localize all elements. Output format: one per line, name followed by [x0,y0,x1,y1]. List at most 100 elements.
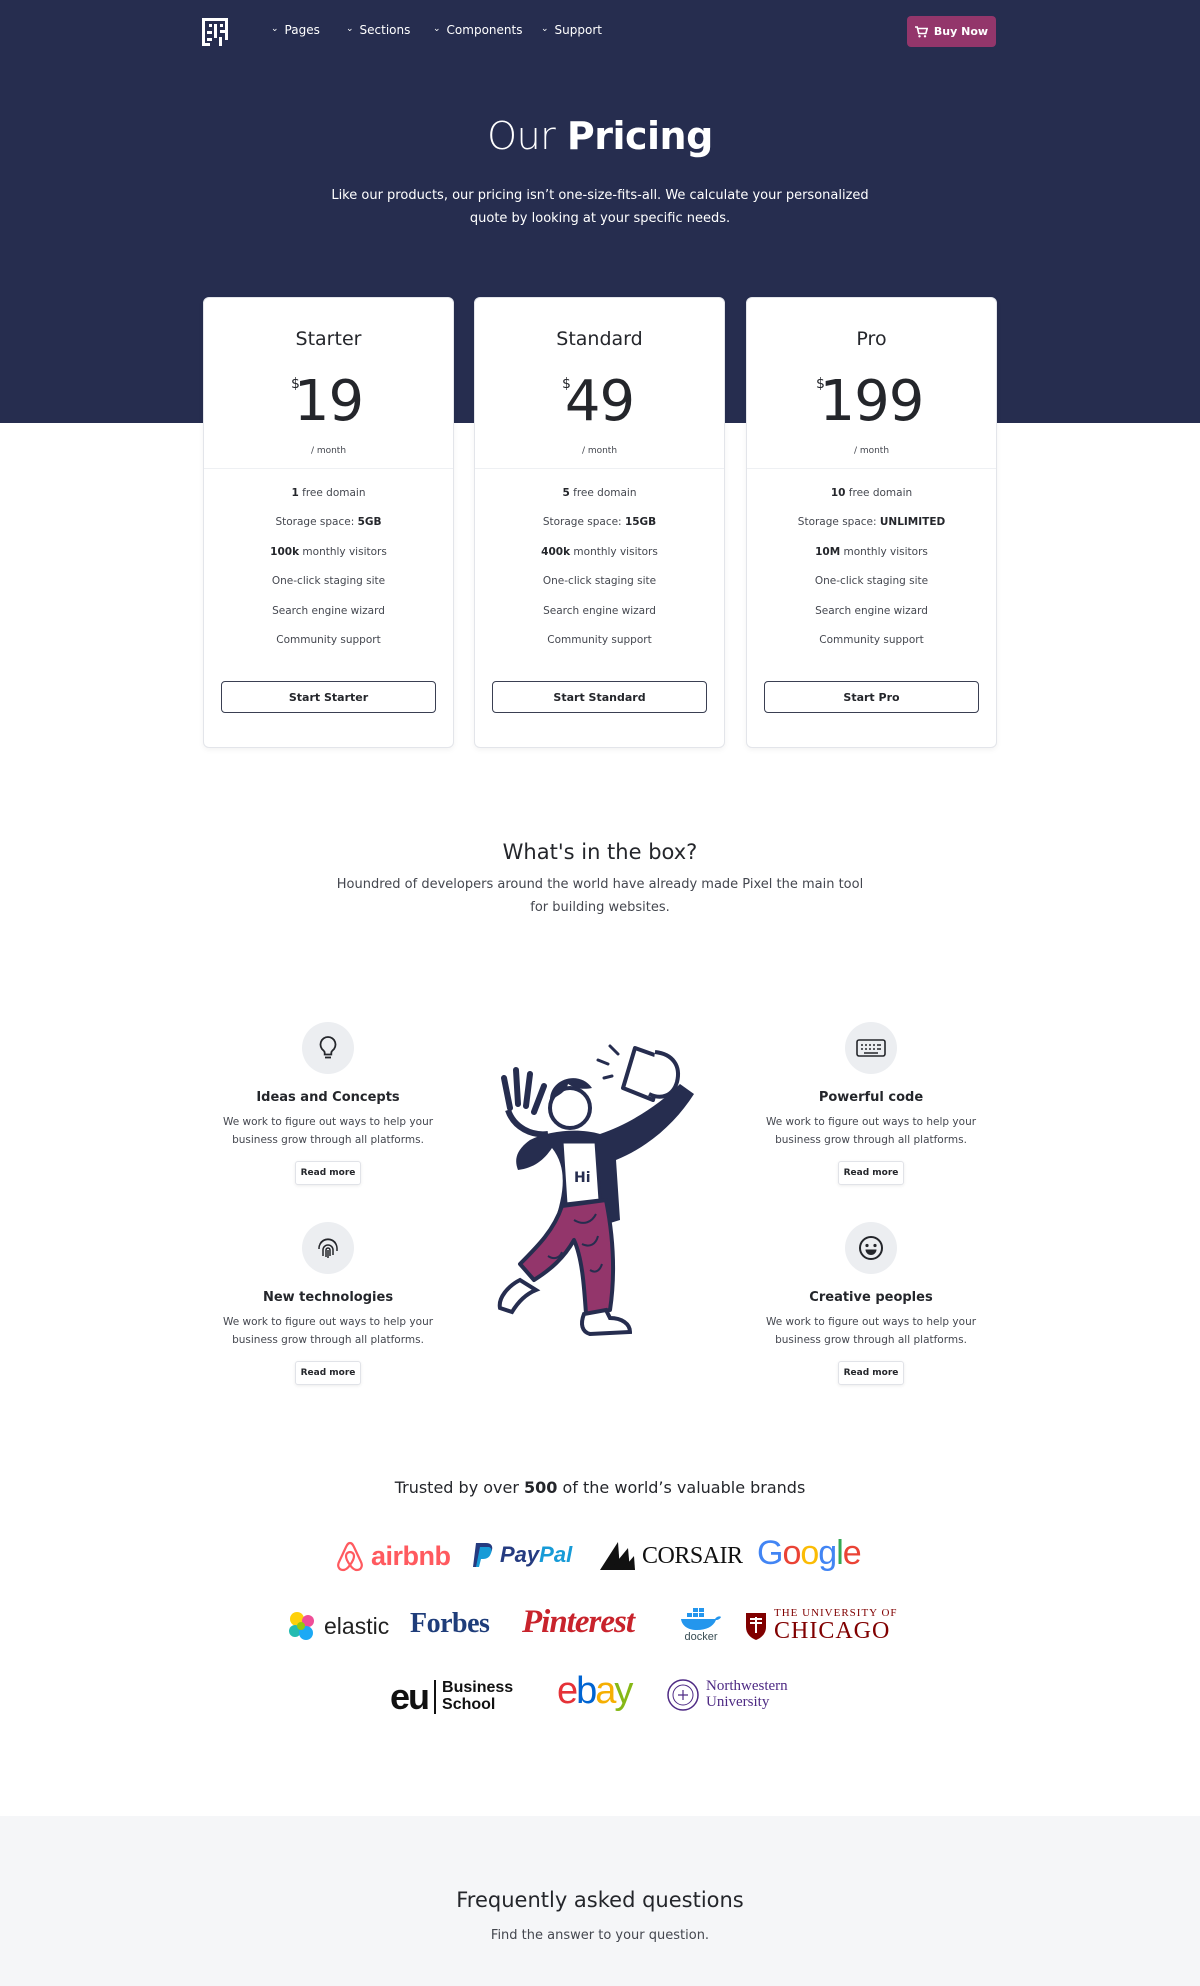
uchicago-shield-icon [746,1612,766,1640]
divider [747,468,996,469]
brand-forbes: Forbes [410,1608,490,1640]
google-letter: o [782,1534,801,1572]
page-title: Our Pricing [0,114,1200,158]
chevron-down-icon: ⌄ [433,24,441,34]
brand-paypal: PayPal [472,1542,572,1568]
nav-sections[interactable]: ⌄ Sections [346,23,410,37]
feature-item: One-click staging site [542,575,657,588]
page-title-bold: Pricing [566,114,713,158]
start-pro-button[interactable]: Start Pro [764,681,979,713]
nav-pages[interactable]: ⌄ Pages [271,23,320,37]
eu-line2: School [442,1696,496,1713]
feature-text: We work to figure out ways to help your … [765,1116,977,1146]
chevron-down-icon: ⌄ [346,24,354,34]
brand-pinterest: Pinterest [522,1604,635,1641]
buy-now-label: Buy Now [933,25,989,38]
price-period: / month [310,446,347,456]
start-starter-button[interactable]: Start Starter [221,681,436,713]
corsair-wordmark: CORSAIR [642,1542,743,1569]
ebay-letter: e [557,1670,578,1712]
brand-uchicago: THE UNIVERSITY OF CHICAGO [744,1608,898,1643]
ebay-letter: y [614,1670,633,1712]
read-more-button[interactable]: Read more [838,1161,904,1185]
eu-line1: Business [442,1679,514,1697]
read-more-button[interactable]: Read more [838,1361,904,1385]
feature-item: Storage space: 15GB [542,516,657,529]
price-currency: $ [816,376,825,392]
feature-item: 1 free domain [291,487,366,499]
brand-google: Google [757,1534,862,1573]
plan-price: $ 49 [475,372,724,432]
feature-title: New technologies [262,1290,394,1305]
nav-label: Support [554,23,602,37]
trusted-text: Trusted by over [394,1478,525,1497]
feature-item: 10M monthly visitors [815,545,928,558]
feature-item: 400k monthly visitors [541,545,658,558]
brand-northwestern: Northwestern University [666,1678,788,1712]
feature-list: 1 free domain Storage space: 5GB 100k mo… [204,487,453,663]
uchicago-line2: CHICAGO [774,1618,891,1644]
docker-wordmark: docker [684,1631,718,1643]
read-more-button[interactable]: Read more [295,1361,361,1385]
feature-item: Community support [819,633,924,646]
northwestern-seal-icon [667,1679,699,1711]
google-letter: G [757,1534,783,1572]
nav-components[interactable]: ⌄ Components [433,23,522,37]
pricing-card-standard: Standard $ 49 / month 5 free domain Stor… [474,297,725,748]
feature-title: Creative peoples [809,1290,933,1305]
northwestern-line1: Northwestern [706,1678,788,1695]
logo-icon[interactable] [202,18,228,46]
feature-item: Search engine wizard [815,604,928,617]
faq-subtitle: Find the answer to your question. [490,1928,710,1943]
ebay-letter: b [576,1670,597,1712]
google-letter: e [842,1534,862,1572]
brand-airbnb: airbnb [335,1540,451,1572]
paypal-wordmark-pay: Pay [500,1542,540,1567]
feature-title: Powerful code [818,1090,924,1105]
pinterest-wordmark: Pinterest [522,1604,635,1640]
pricing-card-pro: Pro $ 199 / month 10 free domain Storage… [746,297,997,748]
feature-item: 10 free domain [830,487,913,499]
nav-label: Components [446,23,523,37]
feature-ideas: Ideas and Concepts We work to figure out… [202,1022,454,1185]
feature-list: 10 free domain Storage space: UNLIMITED … [747,487,996,663]
nav-support[interactable]: ⌄ Support [541,23,602,37]
airbnb-wordmark: airbnb [371,1540,451,1571]
price-amount: 19 [293,369,364,434]
price-amount: 199 [819,369,925,434]
read-more-button[interactable]: Read more [295,1161,361,1185]
feature-text: We work to figure out ways to help your … [765,1316,977,1346]
box-title: What's in the box? [502,840,698,864]
price-amount: 49 [564,369,635,434]
trusted-brands-title: Trusted by over 500 of the world’s valua… [0,1478,1200,1497]
google-letter: o [800,1534,819,1572]
feature-item: One-click staging site [814,575,929,588]
google-letter: g [818,1534,837,1572]
plan-name: Starter [295,328,362,350]
eu-mark: eu [390,1676,430,1717]
feature-code: Powerful code We work to figure out ways… [745,1022,997,1185]
brand-elastic: elastic [286,1610,389,1642]
brand-corsair: CORSAIR [598,1540,743,1572]
chevron-down-icon: ⌄ [541,24,549,34]
hero-subtitle: Like our products, our pricing isn’t one… [331,188,869,226]
navbar: ⌄ Pages ⌄ Sections ⌄ Components ⌄ Suppor… [0,0,1200,62]
feature-item: Community support [547,633,652,646]
price-currency: $ [562,376,571,392]
brand-ebay: ebay [557,1670,633,1713]
plan-name: Standard [556,328,643,350]
elastic-wordmark: elastic [324,1612,390,1639]
chevron-down-icon: ⌄ [271,24,279,34]
divider [434,1680,437,1714]
start-standard-button[interactable]: Start Standard [492,681,707,713]
price-period: / month [581,446,618,456]
buy-now-button[interactable]: Buy Now [907,16,996,47]
feature-title: Ideas and Concepts [256,1090,400,1105]
feature-item: 100k monthly visitors [270,545,387,558]
feature-item: Storage space: UNLIMITED [797,516,946,529]
trusted-text: of the world’s valuable brands [557,1478,806,1497]
feature-text: We work to figure out ways to help your … [222,1316,434,1346]
price-period: / month [853,446,890,456]
elastic-logo-icon [289,1612,314,1640]
pricing-card-starter: Starter $ 19 / month 1 free domain Stora… [203,297,454,748]
